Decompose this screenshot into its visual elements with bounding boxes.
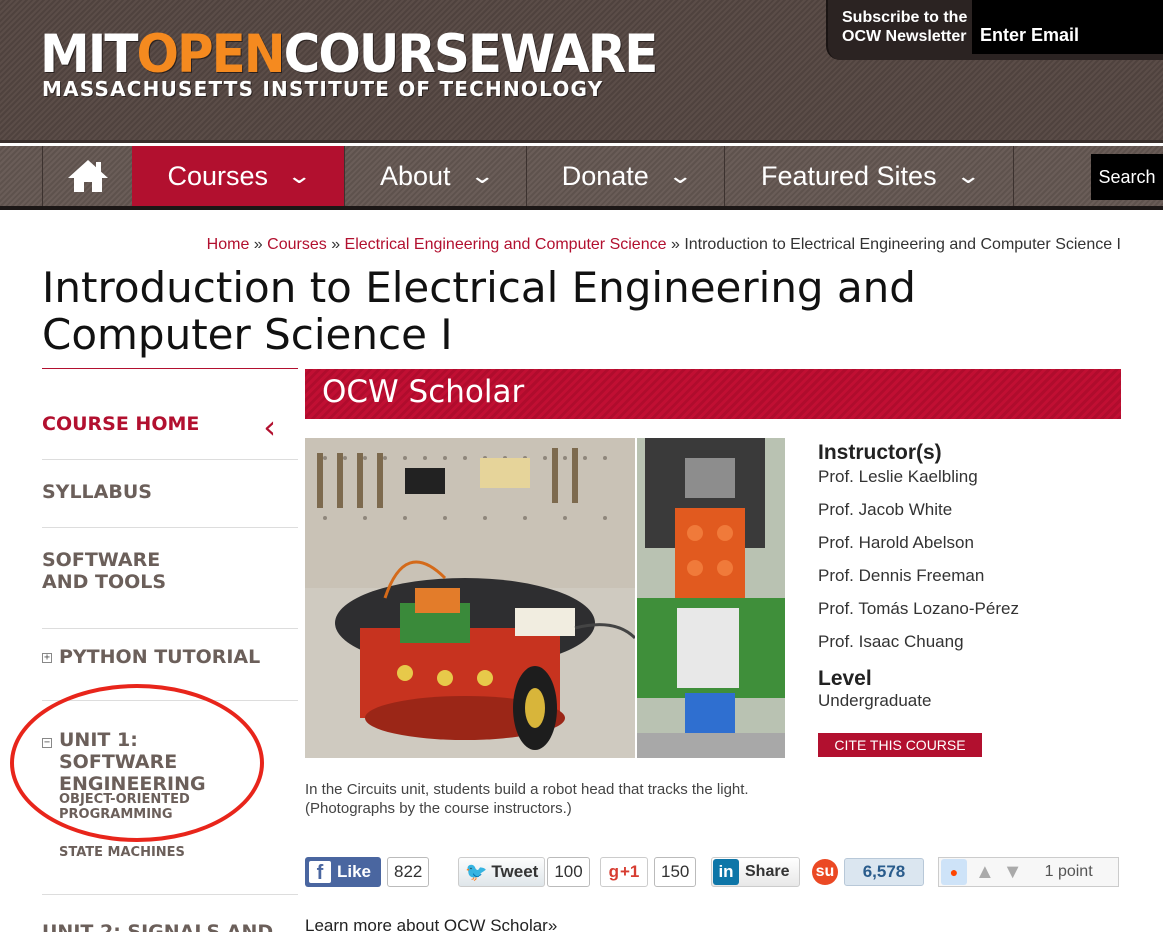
stumbleupon-widget: su 6,578 xyxy=(812,857,924,887)
sidebar-item-software-tools[interactable]: SOFTWARE AND TOOLS xyxy=(42,549,298,629)
breadcrumb: Home » Courses » Electrical Engineering … xyxy=(206,236,1121,253)
downvote-arrow-icon[interactable]: ▼ xyxy=(1003,861,1023,884)
site-logo[interactable]: MITOPENCOURSEWARE xyxy=(40,28,658,81)
google-plus-icon: g xyxy=(608,862,619,881)
linkedin-widget: in Share xyxy=(711,857,800,887)
facebook-icon: f xyxy=(309,861,331,884)
chevron-down-icon: ⌄ xyxy=(468,163,495,188)
nav-courses[interactable]: Courses ⌄ xyxy=(132,146,344,206)
nav-featured-sites[interactable]: Featured Sites ⌄ xyxy=(724,146,1014,206)
sidebar-item-unit2[interactable]: UNIT 2: SIGNALS AND xyxy=(42,921,298,932)
expand-icon[interactable]: + xyxy=(42,653,52,663)
facebook-like-widget: f Like 822 xyxy=(305,857,430,887)
ocw-scholar-banner: OCW Scholar xyxy=(305,369,1121,419)
cite-course-button[interactable]: CITE THIS COURSE xyxy=(818,733,982,757)
breadcrumb-courses[interactable]: Courses xyxy=(267,236,327,253)
tweet-button[interactable]: 🐦 Tweet xyxy=(458,857,546,887)
nav-about-label: About xyxy=(380,160,451,191)
email-input[interactable] xyxy=(972,0,1163,54)
instructor-name: Prof. Leslie Kaelbling xyxy=(818,467,978,486)
nav-featured-label: Featured Sites xyxy=(760,160,937,191)
nav-about[interactable]: About ⌄ xyxy=(344,146,526,206)
level-heading: Level xyxy=(818,667,872,690)
instructors-heading: Instructor(s) xyxy=(818,441,942,464)
twitter-widget: 🐦 Tweet 100 xyxy=(458,857,590,887)
google-plus-count: 150 xyxy=(654,857,697,887)
stumbleupon-count: 6,578 xyxy=(844,858,924,886)
nav-donate[interactable]: Donate ⌄ xyxy=(526,146,724,206)
site-header: MITOPENCOURSEWARE MASSACHUSETTS INSTITUT… xyxy=(0,0,1163,143)
level-value: Undergraduate xyxy=(818,691,932,710)
sidebar-subitem-state-machines[interactable]: STATE MACHINES xyxy=(59,845,185,860)
instructor-name: Prof. Jacob White xyxy=(818,500,953,519)
instructor-name: Prof. Dennis Freeman xyxy=(818,566,985,585)
facebook-like-button[interactable]: f Like xyxy=(305,857,381,887)
google-plus-button[interactable]: g +1 xyxy=(600,857,648,887)
newsletter-label: Subscribe to the OCW Newsletter xyxy=(842,9,968,45)
chevron-left-icon: ‹ xyxy=(263,408,276,446)
chevron-down-icon: ⌄ xyxy=(667,163,693,188)
robot-photo-illustration xyxy=(305,438,785,758)
logo-subtitle: MASSACHUSETTS INSTITUTE OF TECHNOLOGY xyxy=(42,77,604,101)
chevron-down-icon: ⌄ xyxy=(954,163,981,188)
nav-courses-label: Courses xyxy=(167,160,269,191)
twitter-bird-icon: 🐦 xyxy=(465,861,488,882)
tweet-count: 100 xyxy=(547,857,590,887)
divider xyxy=(42,368,298,369)
search-button[interactable]: Search xyxy=(1091,154,1163,200)
instructor-name: Prof. Harold Abelson xyxy=(818,533,974,552)
nav-donate-label: Donate xyxy=(561,160,649,191)
newsletter-box: Subscribe to the OCW Newsletter xyxy=(826,0,1163,60)
sidebar-item-course-home[interactable]: COURSE HOME ‹ xyxy=(42,408,298,460)
sidebar-item-syllabus[interactable]: SYLLABUS xyxy=(42,481,298,528)
reddit-widget: ● ▲ ▼ 1 point xyxy=(938,857,1119,887)
breadcrumb-current: Introduction to Electrical Engineering a… xyxy=(684,236,1121,253)
reddit-alien-icon[interactable]: ● xyxy=(941,859,967,885)
reddit-box: ● ▲ ▼ 1 point xyxy=(938,857,1119,887)
linkedin-share-button[interactable]: in Share xyxy=(711,857,800,887)
chevron-down-icon: ⌄ xyxy=(286,163,313,188)
main-nav: Courses ⌄ About ⌄ Donate ⌄ Featured Site… xyxy=(0,146,1163,210)
instructor-name: Prof. Isaac Chuang xyxy=(818,632,964,651)
reddit-points: 1 point xyxy=(1044,863,1093,880)
photo-caption: In the Circuits unit, students build a r… xyxy=(305,781,749,817)
annotation-circle xyxy=(10,684,264,842)
home-icon xyxy=(67,160,108,192)
breadcrumb-department[interactable]: Electrical Engineering and Computer Scie… xyxy=(345,236,667,253)
page-title: Introduction to Electrical Engineering a… xyxy=(42,263,916,359)
instructor-name: Prof. Tomás Lozano-Pérez xyxy=(818,599,1019,618)
learn-more-link[interactable]: Learn more about OCW Scholar» xyxy=(305,916,557,932)
course-photo xyxy=(305,438,785,758)
linkedin-icon: in xyxy=(713,859,739,885)
facebook-count: 822 xyxy=(387,857,430,887)
stumbleupon-icon[interactable]: su xyxy=(812,859,838,885)
nav-home[interactable] xyxy=(42,146,132,206)
upvote-arrow-icon[interactable]: ▲ xyxy=(975,861,995,884)
breadcrumb-home[interactable]: Home xyxy=(207,236,250,253)
google-plus-widget: g +1 150 xyxy=(600,857,697,887)
